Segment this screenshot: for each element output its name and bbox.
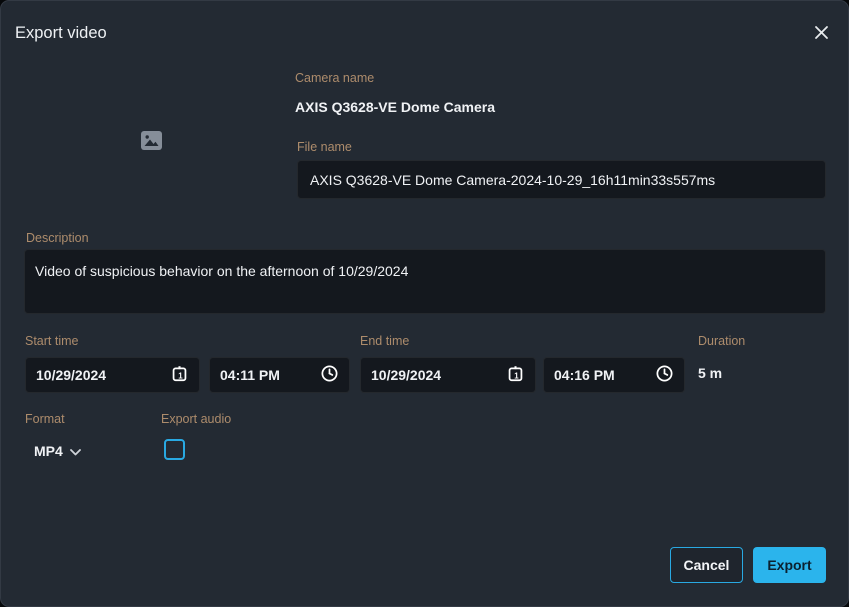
close-icon [814, 25, 829, 43]
start-date-input[interactable]: 10/29/2024 1 [25, 357, 200, 393]
export-button[interactable]: Export [753, 547, 826, 583]
close-button[interactable] [810, 23, 832, 45]
start-time-input[interactable]: 04:11 PM [209, 357, 350, 393]
start-date-value: 10/29/2024 [36, 367, 106, 383]
end-time-value: 04:16 PM [554, 367, 615, 383]
clock-icon [655, 364, 674, 386]
file-name-label: File name [297, 140, 352, 154]
format-value: MP4 [34, 443, 63, 459]
export-audio-label: Export audio [161, 412, 231, 426]
end-time-label: End time [360, 334, 409, 348]
chevron-down-icon [70, 443, 81, 459]
end-date-value: 10/29/2024 [371, 367, 441, 383]
format-dropdown[interactable]: MP4 [34, 443, 81, 459]
description-input[interactable]: Video of suspicious behavior on the afte… [24, 249, 826, 314]
clock-icon [320, 364, 339, 386]
cancel-button[interactable]: Cancel [670, 547, 743, 583]
image-icon [141, 137, 162, 154]
duration-label: Duration [698, 334, 745, 348]
video-thumbnail-placeholder [141, 131, 162, 155]
duration-value: 5 m [698, 365, 722, 381]
export-video-dialog: Export video Camera name AXIS Q3628-VE D… [0, 0, 849, 607]
end-time-picker-button[interactable] [655, 364, 674, 386]
calendar-icon: 1 [170, 364, 189, 386]
camera-name-label: Camera name [295, 71, 374, 85]
dialog-title: Export video [15, 24, 107, 43]
end-time-input[interactable]: 04:16 PM [543, 357, 685, 393]
camera-name-value: AXIS Q3628-VE Dome Camera [295, 99, 495, 115]
description-label: Description [26, 231, 89, 245]
export-audio-checkbox[interactable] [164, 439, 185, 460]
start-time-label: Start time [25, 334, 79, 348]
end-date-picker-button[interactable]: 1 [506, 364, 525, 386]
svg-text:1: 1 [514, 371, 519, 380]
format-label: Format [25, 412, 65, 426]
start-time-picker-button[interactable] [320, 364, 339, 386]
start-time-value: 04:11 PM [220, 367, 280, 383]
start-date-picker-button[interactable]: 1 [170, 364, 189, 386]
end-date-input[interactable]: 10/29/2024 1 [360, 357, 536, 393]
svg-text:1: 1 [178, 371, 183, 380]
calendar-icon: 1 [506, 364, 525, 386]
file-name-input[interactable] [297, 160, 826, 199]
